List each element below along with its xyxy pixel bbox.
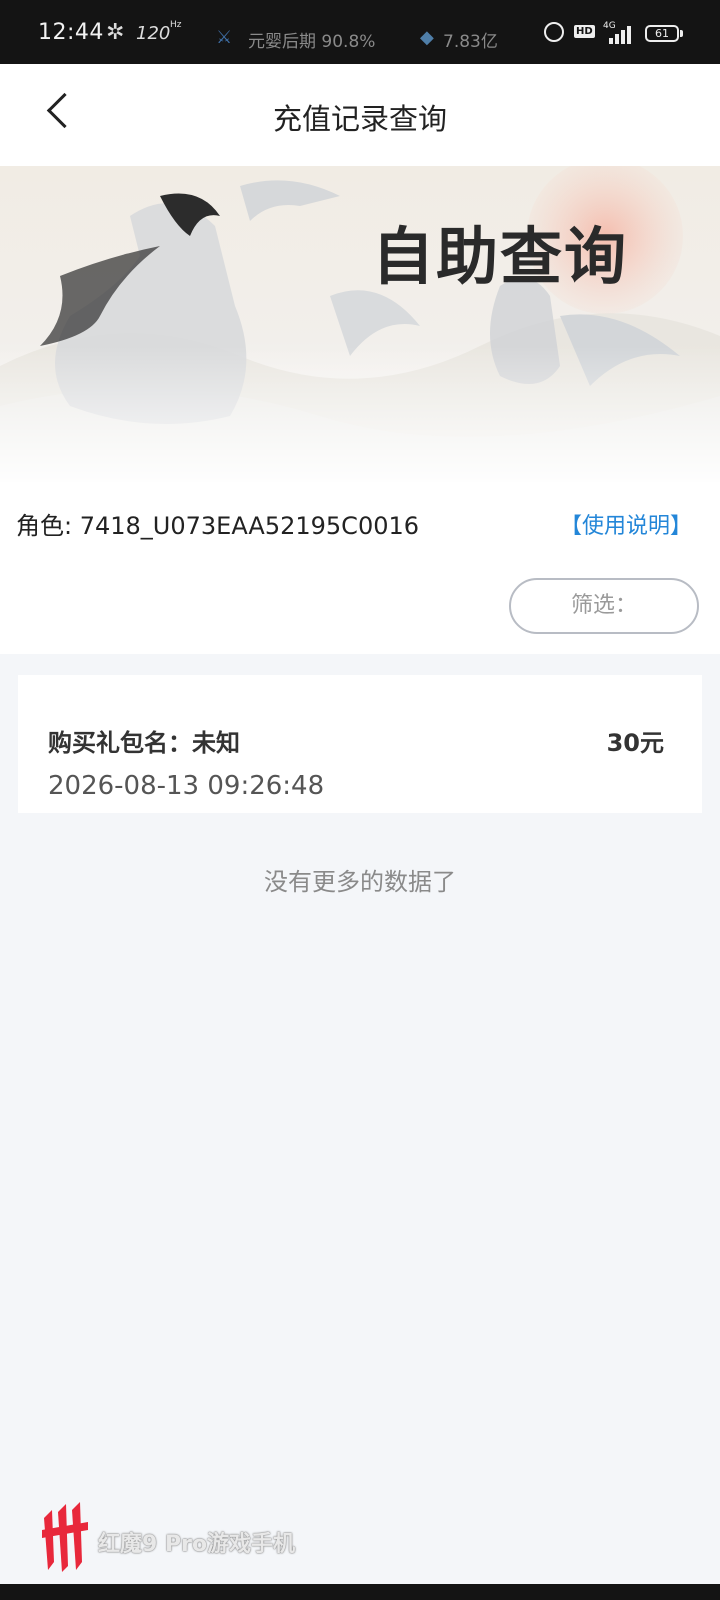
gift-pack-name: 购买礼包名：未知 xyxy=(48,729,240,757)
page-title: 充值记录查询 xyxy=(272,102,447,136)
list-item[interactable]: 购买礼包名：未知 30元 2026-08-13 09:26:48 xyxy=(18,675,702,813)
app-header: 充值记录查询 xyxy=(0,64,720,166)
watermark-text: 红魔9 Pro游戏手机 xyxy=(98,1532,296,1557)
cultivation-stage: 元婴后期 90.8% xyxy=(248,32,376,52)
status-bar: 12:44 ✲ 120 Hz ⚔ 元婴后期 90.8% ◆ 7.83亿 HD 4… xyxy=(0,0,720,64)
info-section: 角色: 7418_U073EAA52195C0016 【使用说明】 筛选： xyxy=(0,482,720,654)
crane-shape xyxy=(240,180,340,221)
red-magic-logo-icon xyxy=(42,1502,88,1572)
mist-overlay xyxy=(0,346,720,482)
brand-watermark: 红魔9 Pro游戏手机 xyxy=(40,1500,360,1572)
signal-icon xyxy=(601,24,635,44)
battery-cap xyxy=(680,30,683,37)
banner-title: 自助查询 xyxy=(372,220,629,293)
battery-icon: 61 xyxy=(645,25,679,42)
usage-instructions-link[interactable]: 【使用说明】 xyxy=(560,508,692,540)
fan-icon: ✲ xyxy=(106,20,125,45)
alarm-icon xyxy=(544,22,564,42)
purchase-date: 2026-08-13 09:26:48 xyxy=(48,771,325,801)
hd-icon: HD xyxy=(574,25,595,38)
wealth-value: 7.83亿 xyxy=(443,32,498,52)
no-more-data: 没有更多的数据了 xyxy=(264,868,456,896)
gem-icon: ◆ xyxy=(420,27,434,48)
refresh-rate: 120 xyxy=(136,23,171,44)
refresh-rate-unit: Hz xyxy=(170,20,182,30)
bottom-strip xyxy=(0,1584,720,1600)
amount: 30元 xyxy=(606,729,664,757)
banner: 自助查询 xyxy=(0,166,720,482)
filter-button[interactable]: 筛选： xyxy=(509,578,699,634)
battery-level: 61 xyxy=(655,27,669,40)
role-id: 角色: 7418_U073EAA52195C0016 xyxy=(16,512,420,540)
sword-icon: ⚔ xyxy=(216,27,233,48)
status-time: 12:44 xyxy=(38,20,104,45)
